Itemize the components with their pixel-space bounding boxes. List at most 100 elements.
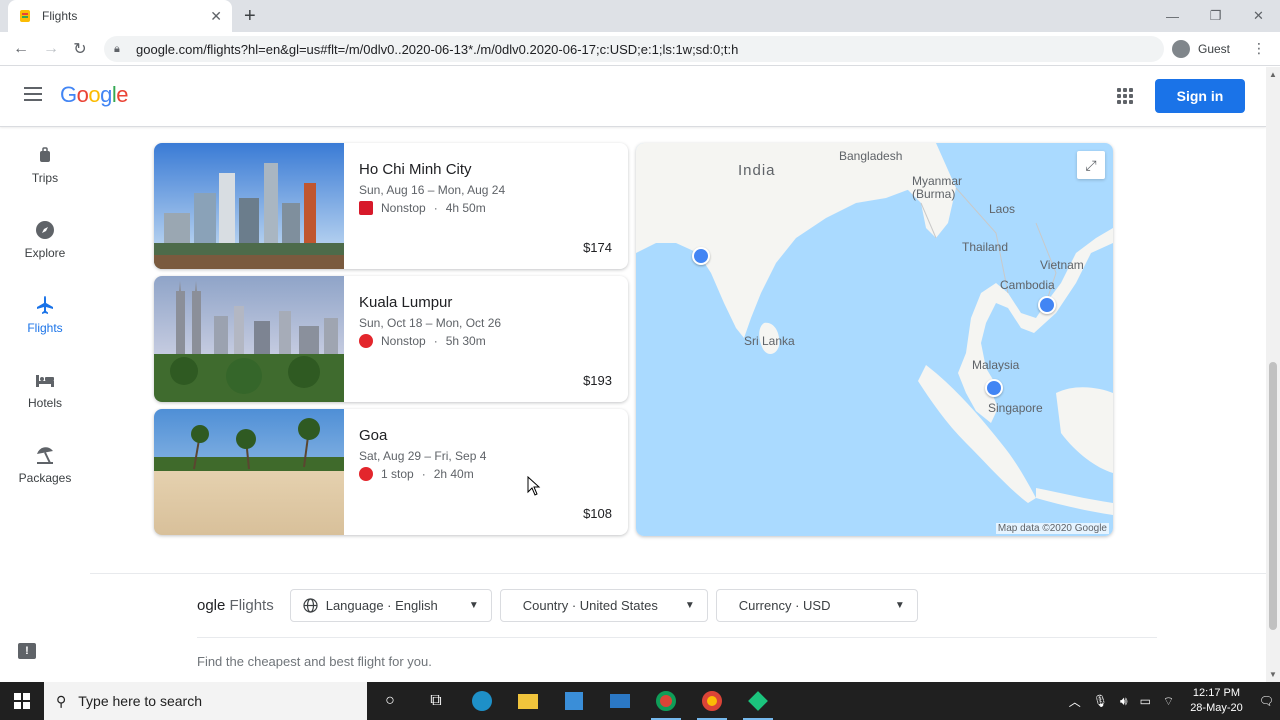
apps-grid-icon[interactable] bbox=[1117, 88, 1133, 104]
language-value: Language · English bbox=[325, 597, 438, 613]
scroll-up-icon[interactable]: ▲ bbox=[1269, 70, 1277, 79]
destination-list: Ho Chi Minh City Sun, Aug 16 – Mon, Aug … bbox=[154, 143, 628, 542]
ho-chi-minh-city-photo bbox=[154, 143, 344, 269]
taskbar-search[interactable]: ⚲ Type here to search bbox=[44, 682, 367, 720]
sidenav-label: Hotels bbox=[27, 396, 62, 410]
browser-tab[interactable]: Flights ✕ bbox=[8, 0, 232, 32]
url-text: google.com/flights?hl=en&gl=us#flt=/m/0d… bbox=[136, 41, 739, 57]
map-pin-goa[interactable] bbox=[692, 247, 710, 265]
explore-icon bbox=[36, 221, 54, 239]
language-select[interactable]: Language · English ▼ bbox=[289, 588, 492, 622]
tab-close-icon[interactable]: ✕ bbox=[210, 8, 222, 25]
store-icon[interactable] bbox=[551, 682, 597, 720]
sidenav-item-explore[interactable]: Explore bbox=[0, 212, 90, 287]
sidenav-item-flights[interactable]: Flights bbox=[0, 287, 90, 362]
flight-stops: 1 stop bbox=[381, 467, 414, 481]
sidenav-item-packages[interactable]: Packages bbox=[0, 437, 90, 512]
map-label-laos: Laos bbox=[989, 202, 1016, 216]
task-view-icon[interactable]: ⧉ bbox=[413, 682, 459, 720]
airline-logo-icon bbox=[359, 334, 373, 348]
flight-info: 1 stop · 2h 40m bbox=[359, 467, 474, 481]
map-label-thailand: Thailand bbox=[962, 240, 1009, 254]
flight-info: Nonstop · 4h 50m bbox=[359, 201, 486, 215]
volume-icon[interactable]: 🔊︎ bbox=[1120, 694, 1128, 709]
chevron-down-icon: ▼ bbox=[684, 599, 695, 611]
flights-favicon-icon bbox=[20, 10, 30, 22]
back-icon[interactable]: ← bbox=[10, 38, 32, 60]
chrome-canary-icon[interactable] bbox=[643, 682, 689, 720]
scrollbar-thumb[interactable] bbox=[1269, 362, 1277, 630]
app-icon[interactable] bbox=[735, 682, 781, 720]
flight-duration: 4h 50m bbox=[445, 201, 486, 215]
map-label-india: India bbox=[738, 162, 776, 179]
start-button[interactable] bbox=[0, 682, 44, 720]
notifications-icon[interactable]: 🗨︎ bbox=[1259, 694, 1274, 708]
destination-price: $193 bbox=[583, 373, 612, 388]
destination-card[interactable]: Ho Chi Minh City Sun, Aug 16 – Mon, Aug … bbox=[154, 143, 628, 269]
destination-map[interactable]: India Bangladesh Myanmar (Burma) Laos Th… bbox=[636, 143, 1113, 536]
clock-time: 12:17 PM bbox=[1192, 687, 1241, 699]
edge-icon[interactable] bbox=[459, 682, 505, 720]
map-pin-ho-chi-minh-city[interactable] bbox=[1038, 296, 1056, 314]
wifi-icon[interactable]: ⌔ bbox=[1163, 694, 1174, 709]
tray-chevron-icon[interactable]: ︿ bbox=[1069, 693, 1081, 710]
menu-icon[interactable]: ⋮ bbox=[1252, 40, 1266, 57]
goa-beach-photo bbox=[154, 409, 344, 535]
hamburger-menu-icon[interactable] bbox=[24, 87, 42, 105]
sidenav-item-hotels[interactable]: Hotels bbox=[0, 362, 90, 437]
destination-card[interactable]: Goa Sat, Aug 29 – Fri, Sep 4 1 stop · 2h… bbox=[154, 409, 628, 535]
microphone-icon[interactable]: 🎙︎ bbox=[1093, 694, 1108, 708]
map-label-malaysia: Malaysia bbox=[972, 358, 1020, 372]
packages-icon bbox=[37, 447, 53, 464]
new-tab-icon[interactable]: + bbox=[244, 6, 256, 26]
profile-label: Guest bbox=[1198, 42, 1231, 56]
trips-icon bbox=[40, 147, 50, 162]
kuala-lumpur-photo bbox=[154, 276, 344, 402]
scroll-down-icon[interactable]: ▼ bbox=[1269, 670, 1277, 679]
airline-logo-icon bbox=[359, 201, 373, 215]
side-navigation: Trips Explore Flights Hotels Packages bbox=[0, 137, 90, 512]
sign-in-button[interactable]: Sign in bbox=[1155, 79, 1245, 113]
minimize-icon[interactable]: — bbox=[1151, 0, 1194, 32]
map-pin-kuala-lumpur[interactable] bbox=[985, 379, 1003, 397]
flight-stops: Nonstop bbox=[381, 334, 426, 348]
flight-duration: 5h 30m bbox=[445, 334, 486, 348]
google-logo[interactable]: Google bbox=[60, 82, 129, 108]
taskbar-clock[interactable]: 12:17 PM 28-May-20 bbox=[1190, 686, 1243, 716]
cortana-icon[interactable]: ○ bbox=[367, 682, 413, 720]
battery-icon[interactable]: ▭ bbox=[1140, 694, 1151, 708]
file-explorer-icon[interactable] bbox=[505, 682, 551, 720]
footer-tagline: Find the cheapest and best flight for yo… bbox=[197, 654, 432, 669]
window-close-icon[interactable]: ✕ bbox=[1237, 0, 1280, 32]
feedback-icon[interactable]: ! bbox=[18, 643, 36, 659]
sidenav-label: Flights bbox=[27, 321, 63, 335]
tab-title: Flights bbox=[42, 9, 78, 23]
page-scrollbar[interactable]: ▲ ▼ bbox=[1266, 67, 1280, 682]
mail-icon[interactable] bbox=[597, 682, 643, 720]
sidenav-item-trips[interactable]: Trips bbox=[0, 137, 90, 212]
divider bbox=[90, 573, 1266, 574]
map-label-singapore: Singapore bbox=[988, 401, 1043, 415]
profile-button[interactable]: Guest bbox=[1172, 37, 1230, 61]
windows-taskbar: ⚲ Type here to search ○ ⧉ ︿ 🎙︎ 🔊︎ ▭ ⌔ 12… bbox=[0, 682, 1280, 720]
currency-select[interactable]: Currency · USD ▼ bbox=[715, 588, 918, 622]
maximize-icon[interactable]: ❐ bbox=[1194, 0, 1237, 32]
chrome-icon[interactable] bbox=[689, 682, 735, 720]
destination-city: Ho Chi Minh City bbox=[359, 161, 472, 178]
fullscreen-expand-icon[interactable]: ⤢ bbox=[1077, 151, 1105, 179]
flight-stops: Nonstop bbox=[381, 201, 426, 215]
destination-card[interactable]: Kuala Lumpur Sun, Oct 18 – Mon, Oct 26 N… bbox=[154, 276, 628, 402]
globe-icon bbox=[303, 597, 318, 613]
reload-icon[interactable]: ↻ bbox=[69, 38, 91, 60]
flight-duration: 2h 40m bbox=[433, 467, 474, 481]
destination-city: Kuala Lumpur bbox=[359, 294, 453, 311]
destination-dates: Sun, Aug 16 – Mon, Aug 24 bbox=[359, 183, 506, 197]
sidenav-label: Packages bbox=[18, 471, 72, 485]
map-credit: Map data ©2020 Google bbox=[995, 523, 1109, 534]
country-select[interactable]: Country · United States ▼ bbox=[499, 588, 708, 622]
forward-icon[interactable]: → bbox=[40, 38, 62, 60]
destination-price: $174 bbox=[583, 240, 612, 255]
address-bar[interactable]: 🔒︎ google.com/flights?hl=en&gl=us#flt=/m… bbox=[104, 36, 1164, 62]
page-content: Google Sign in Trips Explore Flights Hot… bbox=[0, 67, 1266, 682]
footer-logo[interactable]: ogle Flights bbox=[197, 597, 274, 614]
